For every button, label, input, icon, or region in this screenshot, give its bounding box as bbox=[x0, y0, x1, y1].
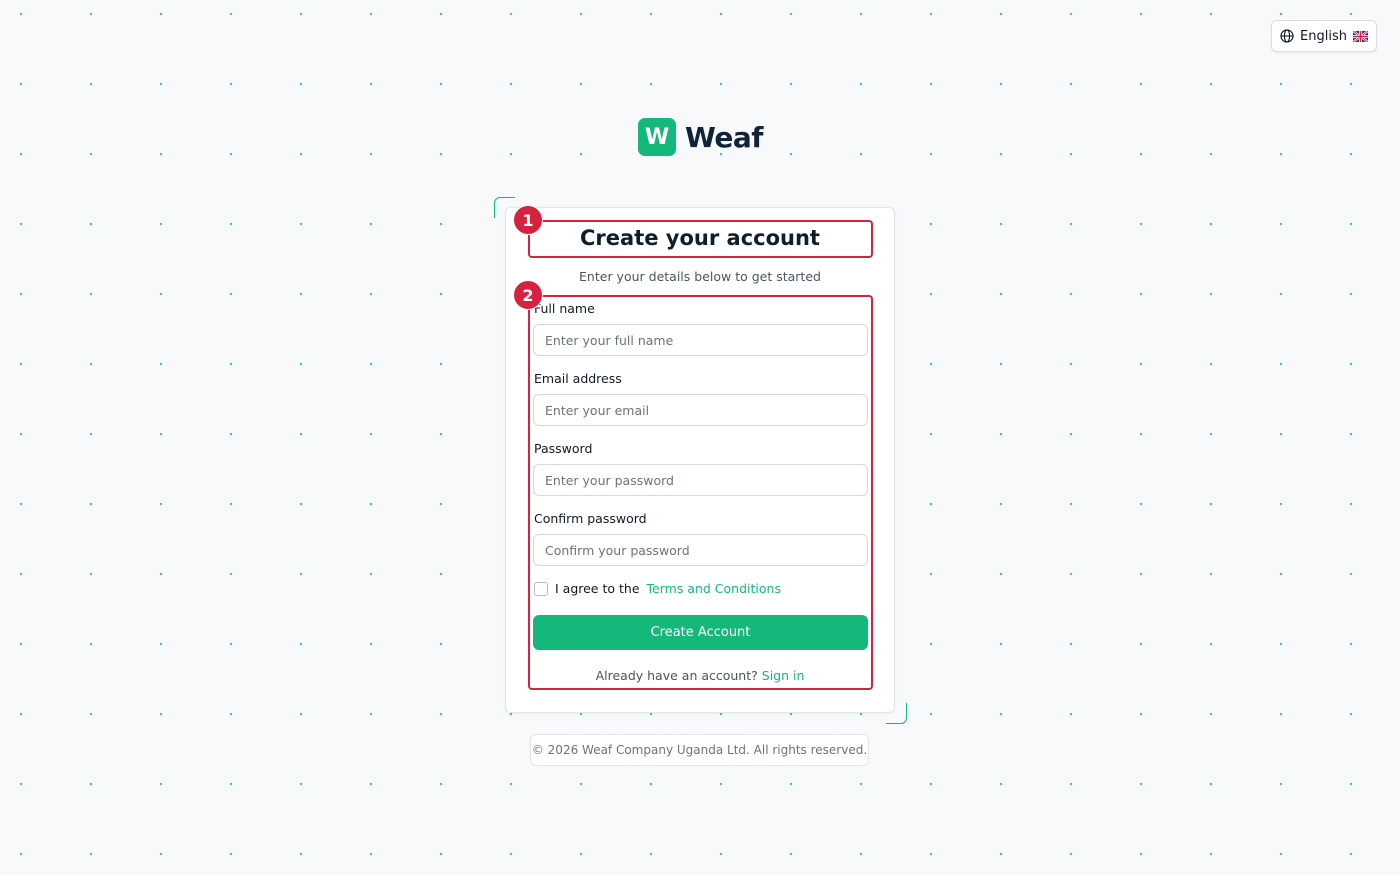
brand-logo: W Weaf bbox=[638, 118, 763, 156]
terms-row: I agree to the Terms and Conditions bbox=[534, 581, 781, 596]
signin-row: Already have an account? Sign in bbox=[506, 668, 894, 683]
password-input[interactable] bbox=[533, 464, 868, 496]
globe-icon bbox=[1280, 29, 1294, 43]
signin-link[interactable]: Sign in bbox=[762, 668, 805, 683]
email-label: Email address bbox=[534, 371, 622, 386]
signup-card: Create your account Enter your details b… bbox=[505, 207, 895, 713]
terms-link[interactable]: Terms and Conditions bbox=[647, 581, 781, 596]
email-input[interactable] bbox=[533, 394, 868, 426]
language-label: English bbox=[1300, 28, 1347, 44]
language-selector[interactable]: English bbox=[1271, 20, 1377, 52]
create-account-button[interactable]: Create Account bbox=[533, 615, 868, 650]
terms-prefix: I agree to the bbox=[555, 581, 640, 596]
password-label: Password bbox=[534, 441, 593, 456]
full-name-input[interactable] bbox=[533, 324, 868, 356]
annotation-badge-2: 2 bbox=[513, 280, 543, 310]
terms-checkbox[interactable] bbox=[534, 581, 548, 596]
full-name-label: Full name bbox=[534, 301, 595, 316]
uk-flag-icon bbox=[1352, 30, 1368, 42]
signin-prompt: Already have an account? bbox=[595, 668, 758, 683]
logo-mark: W bbox=[638, 118, 676, 156]
confirm-password-label: Confirm password bbox=[534, 511, 647, 526]
brand-name: Weaf bbox=[685, 120, 763, 154]
annotation-badge-1: 1 bbox=[513, 205, 543, 235]
page-subtitle: Enter your details below to get started bbox=[579, 269, 821, 284]
page-title: Create your account bbox=[580, 226, 820, 250]
confirm-password-input[interactable] bbox=[533, 534, 868, 566]
footer-copyright: © 2026 Weaf Company Uganda Ltd. All righ… bbox=[530, 734, 869, 766]
